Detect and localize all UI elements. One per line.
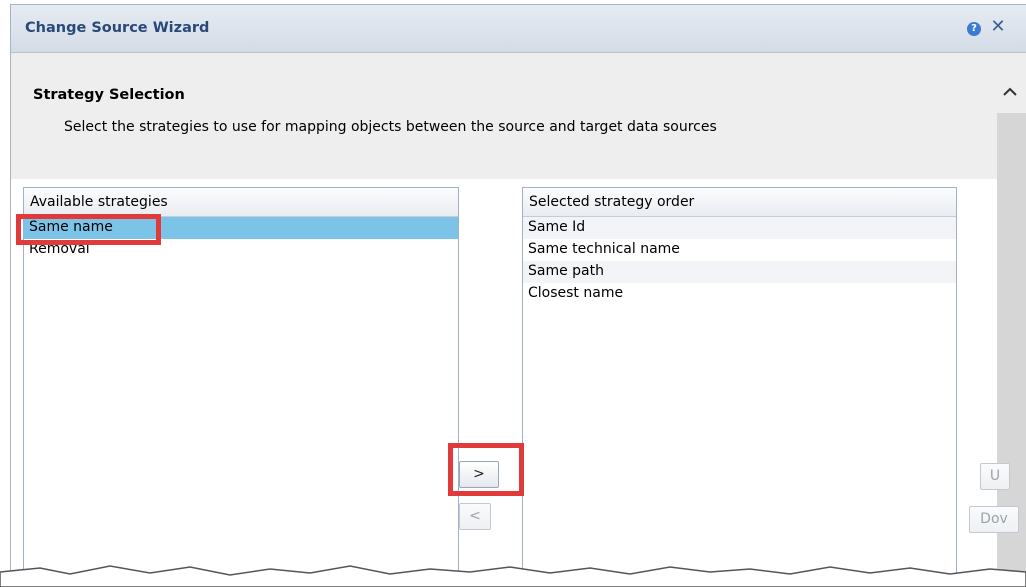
title-bar: Change Source Wizard ? ✕ [11, 5, 1026, 53]
help-icon[interactable]: ? [967, 22, 981, 36]
available-strategies-list[interactable]: Available strategies Same name Removal [23, 187, 459, 587]
selected-strategy-order-list[interactable]: Selected strategy order Same Id Same tec… [522, 187, 957, 587]
close-icon[interactable]: ✕ [989, 17, 1007, 37]
move-down-button[interactable]: Dov [969, 506, 1019, 533]
section-description: Select the strategies to use for mapping… [64, 119, 717, 135]
selected-strategy-order-header: Selected strategy order [523, 188, 956, 217]
dialog-title: Change Source Wizard [25, 20, 210, 36]
section-title: Strategy Selection [33, 87, 185, 103]
step-header: Strategy Selection Select the strategies… [11, 53, 1026, 178]
list-item-same-path[interactable]: Same path [523, 261, 956, 283]
list-item-closest-name[interactable]: Closest name [523, 283, 956, 305]
remove-strategy-button[interactable]: < [459, 503, 491, 530]
list-item-removal[interactable]: Removal [24, 239, 458, 261]
torn-edge [0, 565, 1026, 587]
list-item-same-id[interactable]: Same Id [523, 217, 956, 239]
available-strategies-header: Available strategies [24, 188, 458, 217]
strategy-content: Available strategies Same name Removal >… [11, 179, 1019, 587]
move-up-button[interactable]: U [980, 463, 1010, 490]
list-item-same-technical-name[interactable]: Same technical name [523, 239, 956, 261]
list-item-same-name[interactable]: Same name [24, 217, 458, 239]
add-strategy-button[interactable]: > [459, 461, 499, 488]
change-source-wizard-dialog: Change Source Wizard ? ✕ Strategy Select… [10, 4, 1026, 587]
collapse-up-icon[interactable] [1001, 83, 1021, 103]
